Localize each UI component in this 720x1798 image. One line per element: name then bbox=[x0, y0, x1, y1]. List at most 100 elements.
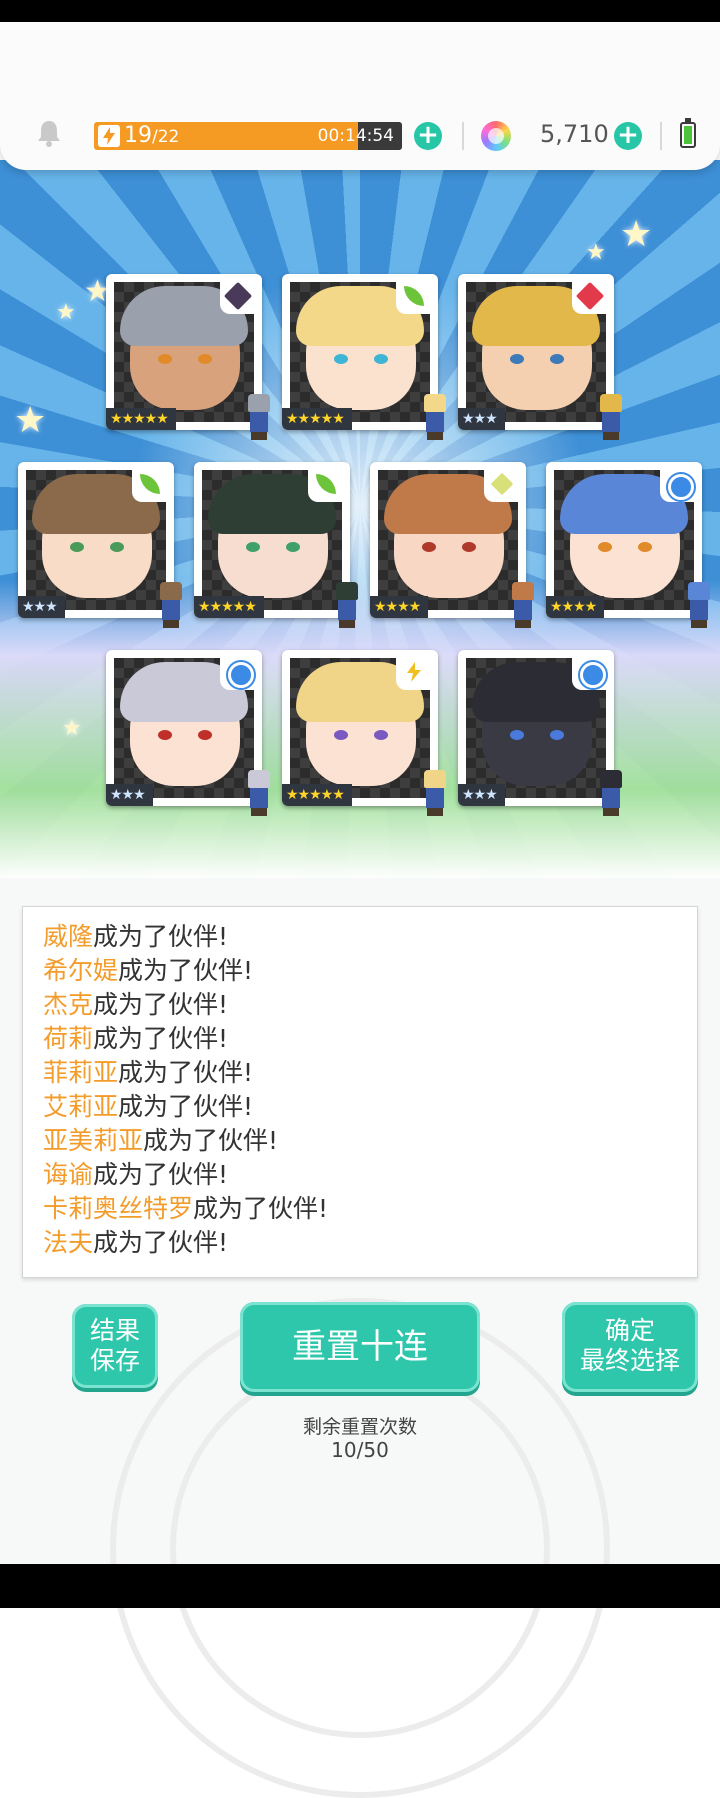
log-suffix: 成为了伙伴! bbox=[93, 1160, 229, 1189]
character-name: 菲莉亚 bbox=[43, 1058, 119, 1087]
pixel-sprite bbox=[682, 582, 716, 628]
navigation-bar bbox=[0, 1564, 720, 1608]
rarity-stars: ★★★ bbox=[106, 784, 153, 806]
resource-header: 19/22 00:14:54 + 5,710 + bbox=[0, 22, 720, 170]
pixel-sprite bbox=[594, 394, 628, 440]
rarity-stars: ★★★★ bbox=[370, 596, 429, 618]
character-name: 诲谕 bbox=[43, 1160, 94, 1189]
battery-icon bbox=[680, 118, 696, 148]
character-name: 杰克 bbox=[43, 990, 94, 1019]
character-card[interactable]: ★★★ bbox=[106, 650, 270, 816]
save-result-button[interactable]: 结果 保存 bbox=[72, 1304, 158, 1388]
pixel-sprite bbox=[242, 394, 276, 440]
log-suffix: 成为了伙伴! bbox=[118, 1058, 254, 1087]
log-line: 卡莉奥丝特罗成为了伙伴! bbox=[43, 1189, 328, 1225]
rarity-stars: ★★★ bbox=[458, 408, 505, 430]
divider bbox=[462, 122, 464, 150]
pixel-sprite bbox=[594, 770, 628, 816]
thunder-icon bbox=[396, 654, 432, 690]
stamina-max: /22 bbox=[152, 127, 180, 147]
status-bar bbox=[0, 0, 720, 22]
gem-icon bbox=[481, 121, 511, 151]
light-icon bbox=[484, 466, 520, 502]
character-card[interactable]: ★★★★★ bbox=[106, 274, 270, 440]
remaining-resets-label: 剩余重置次数 bbox=[302, 1416, 417, 1438]
character-card[interactable]: ★★★ bbox=[458, 274, 622, 440]
divider bbox=[660, 122, 662, 150]
log-line: 诲谕成为了伙伴! bbox=[43, 1155, 228, 1191]
pixel-sprite bbox=[330, 582, 364, 628]
character-card[interactable]: ★★★★ bbox=[370, 462, 534, 628]
lightning-icon bbox=[98, 125, 120, 147]
star-decoration: ★ bbox=[586, 240, 606, 265]
log-suffix: 成为了伙伴! bbox=[93, 1228, 229, 1257]
log-line: 艾莉亚成为了伙伴! bbox=[43, 1087, 253, 1123]
log-suffix: 成为了伙伴! bbox=[143, 1126, 279, 1155]
plus-icon: + bbox=[417, 120, 439, 150]
star-decoration: ★ bbox=[14, 400, 47, 441]
log-line: 希尔媞成为了伙伴! bbox=[43, 951, 253, 987]
stamina-current: 19 bbox=[124, 123, 152, 148]
save-result-label-2: 保存 bbox=[89, 1346, 140, 1375]
add-gems-button[interactable]: + bbox=[614, 122, 642, 150]
result-log[interactable]: 威隆成为了伙伴! 希尔媞成为了伙伴! 杰克成为了伙伴! 荷莉成为了伙伴! 菲莉亚成为了伙… bbox=[22, 906, 698, 1278]
dark-icon bbox=[220, 278, 256, 314]
wind-icon bbox=[132, 466, 168, 502]
log-suffix: 成为了伙伴! bbox=[118, 956, 254, 985]
character-card[interactable]: ★★★★★ bbox=[194, 462, 358, 628]
log-line: 杰克成为了伙伴! bbox=[43, 985, 228, 1021]
log-suffix: 成为了伙伴! bbox=[93, 922, 229, 951]
gem-count: 5,710 bbox=[540, 120, 609, 148]
rarity-stars: ★★★★★ bbox=[106, 408, 176, 430]
log-line: 亚美莉亚成为了伙伴! bbox=[43, 1121, 278, 1157]
reset-ten-pull-button[interactable]: 重置十连 bbox=[240, 1302, 480, 1392]
star-decoration: ★ bbox=[620, 214, 653, 255]
log-suffix: 成为了伙伴! bbox=[118, 1092, 254, 1121]
log-suffix: 成为了伙伴! bbox=[193, 1194, 329, 1223]
character-name: 法夫 bbox=[43, 1228, 94, 1257]
character-name: 希尔媞 bbox=[43, 956, 119, 985]
save-result-label-1: 结果 bbox=[89, 1316, 140, 1345]
log-suffix: 成为了伙伴! bbox=[93, 1024, 229, 1053]
rarity-stars: ★★★★ bbox=[546, 596, 605, 618]
log-line: 菲莉亚成为了伙伴! bbox=[43, 1053, 253, 1089]
confirm-label-2: 最终选择 bbox=[579, 1346, 680, 1375]
stamina-bar: 19/22 00:14:54 bbox=[94, 122, 402, 150]
rarity-stars: ★★★★★ bbox=[194, 596, 264, 618]
pixel-sprite bbox=[506, 582, 540, 628]
character-name: 艾莉亚 bbox=[43, 1092, 119, 1121]
rarity-stars: ★★★★★ bbox=[282, 408, 352, 430]
character-card[interactable]: ★★★★★ bbox=[282, 274, 446, 440]
log-suffix: 成为了伙伴! bbox=[93, 990, 229, 1019]
character-card[interactable]: ★★★ bbox=[458, 650, 622, 816]
add-stamina-button[interactable]: + bbox=[414, 122, 442, 150]
log-line: 法夫成为了伙伴! bbox=[43, 1223, 228, 1259]
wind-icon bbox=[308, 466, 344, 502]
water-icon bbox=[572, 654, 608, 690]
character-name: 威隆 bbox=[43, 922, 94, 951]
pixel-sprite bbox=[242, 770, 276, 816]
water-icon bbox=[220, 654, 256, 690]
character-card[interactable]: ★★★ bbox=[18, 462, 182, 628]
log-line: 威隆成为了伙伴! bbox=[43, 917, 228, 953]
character-name: 荷莉 bbox=[43, 1024, 94, 1053]
bell-icon[interactable] bbox=[34, 118, 64, 148]
confirm-final-choice-button[interactable]: 确定 最终选择 bbox=[562, 1302, 698, 1392]
character-name: 卡莉奥丝特罗 bbox=[43, 1194, 194, 1223]
star-decoration: ★ bbox=[56, 300, 76, 325]
log-line: 荷莉成为了伙伴! bbox=[43, 1019, 228, 1055]
character-name: 亚美莉亚 bbox=[43, 1126, 144, 1155]
star-decoration: ★ bbox=[62, 716, 82, 741]
rarity-stars: ★★★ bbox=[458, 784, 505, 806]
fire-icon bbox=[572, 278, 608, 314]
reset-ten-pull-label: 重置十连 bbox=[292, 1327, 428, 1367]
character-card[interactable]: ★★★★★ bbox=[282, 650, 446, 816]
wind-icon bbox=[396, 278, 432, 314]
summon-stage: ★ ★ ★ ★ ★ ★ ★★★★★ ★★★★★ ★★★ ★★★ ★★★★★ ★★★★ ★★★… bbox=[0, 160, 720, 880]
pixel-sprite bbox=[418, 394, 452, 440]
confirm-label-1: 确定 bbox=[604, 1316, 655, 1345]
stamina-timer: 00:14:54 bbox=[317, 126, 394, 146]
rarity-stars: ★★★ bbox=[18, 596, 65, 618]
water-icon bbox=[660, 466, 696, 502]
character-card[interactable]: ★★★★ bbox=[546, 462, 710, 628]
